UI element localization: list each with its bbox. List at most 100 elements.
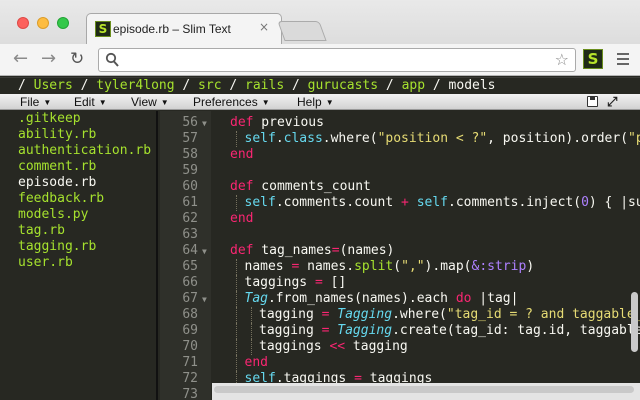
menu-file[interactable]: File ▼ [20, 94, 51, 111]
breadcrumb-segment[interactable]: src [198, 78, 221, 93]
code-token: "tag_id = ? and taggable_type [446, 307, 640, 322]
line-number: 66 [182, 275, 198, 290]
code-line: 68 tagging = Tagging.where("tag_id = ? an… [160, 307, 640, 323]
code-token: .comments.count [275, 195, 402, 210]
code-text: tagging = Tagging.where("tag_id = ? and … [259, 307, 640, 323]
menu-edit-label: Edit [74, 95, 95, 109]
menu-preferences-label: Preferences [193, 95, 258, 109]
sidebar-file-item[interactable]: episode.rb [0, 175, 156, 191]
code-token: comments_count [253, 179, 371, 194]
breadcrumb-separator: / [229, 78, 238, 93]
indent-guide [236, 307, 237, 323]
line-number: 72 [182, 371, 198, 386]
horizontal-scrollbar[interactable] [214, 386, 634, 393]
code-line: 66 taggings = [] [160, 275, 640, 291]
code-line: 63 [160, 227, 640, 243]
line-number: 63 [182, 227, 198, 242]
tab-close-icon[interactable]: × [259, 20, 269, 34]
code-text: taggings << tagging [259, 339, 408, 355]
code-token: .where( [322, 131, 378, 146]
code-token: def [230, 179, 254, 194]
back-arrow-icon[interactable]: ← [13, 50, 28, 68]
bookmark-star-icon[interactable]: ☆ [555, 50, 569, 69]
sidebar-file-item[interactable]: models.py [0, 207, 156, 223]
code-token: = [331, 243, 340, 258]
breadcrumb-segment[interactable]: gurucasts [308, 78, 378, 93]
fold-arrow-icon[interactable]: ▼ [202, 292, 207, 308]
code-token: end [244, 355, 268, 370]
chevron-down-icon: ▼ [261, 98, 270, 107]
breadcrumb-segment[interactable]: rails [245, 78, 284, 93]
code-text: self.comments.count + self.comments.inje… [245, 195, 640, 211]
code-text: end [245, 355, 268, 371]
code-line: 64 ▼ def tag_names=(names) [160, 243, 640, 259]
sidebar-file-item[interactable]: ability.rb [0, 127, 156, 143]
code-token: , position).order( [487, 131, 629, 146]
menu-preferences[interactable]: Preferences ▼ [193, 94, 270, 111]
code-token: .comments.inject( [448, 195, 582, 210]
code-line: 58 end [160, 147, 640, 163]
code-token: tagging [259, 307, 322, 322]
code-text: self.class.where("position < ?", positio… [245, 131, 640, 147]
reload-icon[interactable]: ↻ [70, 50, 84, 68]
window-maximize-button[interactable] [57, 17, 69, 29]
code-line: 70 taggings << tagging [160, 339, 640, 355]
code-token: self [416, 195, 449, 210]
slim-text-extension-icon[interactable]: S [583, 49, 603, 69]
menu-view[interactable]: View ▼ [131, 94, 169, 111]
breadcrumb-separator: / [80, 78, 89, 93]
fullscreen-icon[interactable]: ⤢ [607, 95, 617, 108]
window-minimize-button[interactable] [37, 17, 49, 29]
code-line: 69 tagging = Tagging.create(tag_id: tag.i… [160, 323, 640, 339]
indent-guide [236, 131, 237, 147]
line-number: 57 [182, 131, 198, 146]
sidebar-file-item[interactable]: user.rb [0, 255, 156, 271]
new-tab-button[interactable] [277, 21, 327, 41]
code-token: do [455, 291, 472, 306]
code-token: . [275, 131, 284, 146]
hamburger-menu-icon[interactable] [617, 53, 629, 68]
code-token: def [230, 243, 254, 258]
code-line: 59 [160, 163, 640, 179]
code-editor[interactable]: 56 ▼ def previous 57 self.class.where("posit… [160, 111, 640, 400]
code-token: = [314, 275, 323, 290]
slim-text-favicon-icon: S [95, 21, 111, 37]
chevron-down-icon: ▼ [325, 98, 334, 107]
breadcrumb: / Users / tyler4long / src / rails / gur… [0, 77, 640, 93]
menu-file-label: File [20, 95, 40, 109]
indent-guide [236, 259, 237, 275]
breadcrumb-segment[interactable]: tyler4long [96, 78, 174, 93]
line-number: 58 [182, 147, 198, 162]
line-number: 62 [182, 211, 198, 226]
fold-arrow-icon[interactable]: ▼ [202, 116, 207, 132]
code-token: taggings [259, 339, 330, 354]
browser-toolbar: ← → ↻ ☆ S [0, 44, 640, 76]
browser-tab-active[interactable]: S episode.rb – Slim Text × [86, 13, 282, 44]
fold-arrow-icon[interactable]: ▼ [202, 244, 207, 260]
sidebar-file-item[interactable]: tag.rb [0, 223, 156, 239]
code-text: def tag_names=(names) [230, 243, 394, 259]
breadcrumb-segment[interactable]: app [402, 78, 425, 93]
breadcrumb-segment[interactable]: Users [34, 78, 73, 93]
menu-edit[interactable]: Edit ▼ [74, 94, 107, 111]
address-bar[interactable]: ☆ [98, 48, 576, 72]
sidebar-file-item[interactable]: comment.rb [0, 159, 156, 175]
window-close-button[interactable] [17, 17, 29, 29]
browser-chrome: S episode.rb – Slim Text × ← → ↻ ☆ S [0, 0, 640, 76]
code-token: tagging [345, 339, 408, 354]
indent-guide [236, 195, 237, 211]
code-line: 62 end [160, 211, 640, 227]
save-icon[interactable] [587, 96, 598, 107]
indent-guide [250, 323, 252, 339]
forward-arrow-icon[interactable]: → [41, 50, 56, 68]
menu-help[interactable]: Help ▼ [297, 94, 334, 111]
code-line: 71 end [160, 355, 640, 371]
line-number: 64 [182, 243, 198, 258]
vertical-scrollbar[interactable] [631, 292, 638, 352]
sidebar-file-item[interactable]: .gitkeep [0, 111, 156, 127]
sidebar-file-item[interactable]: tagging.rb [0, 239, 156, 255]
sidebar-file-item[interactable]: authentication.rb [0, 143, 156, 159]
breadcrumb-segment[interactable]: models [449, 78, 496, 93]
code-token: .where( [392, 307, 447, 322]
sidebar-file-item[interactable]: feedback.rb [0, 191, 156, 207]
